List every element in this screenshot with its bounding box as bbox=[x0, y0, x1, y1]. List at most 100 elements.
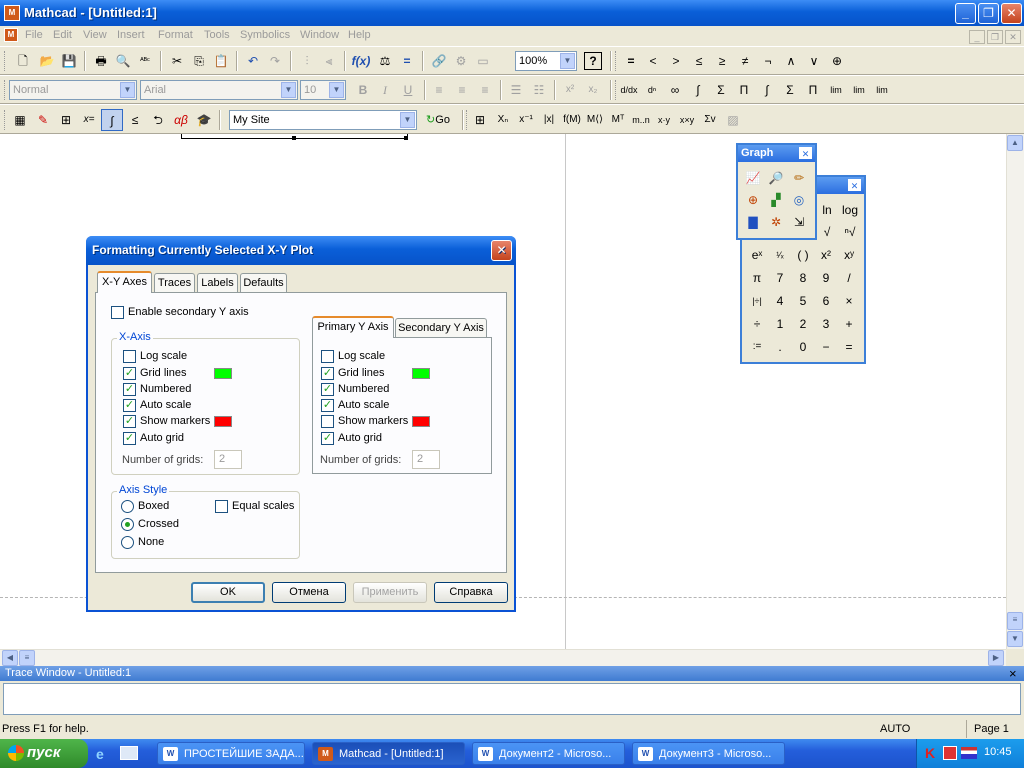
paste-icon[interactable]: 📋 bbox=[210, 50, 232, 72]
help-icon[interactable]: ? bbox=[584, 52, 602, 70]
x-marker-color-swatch[interactable] bbox=[214, 416, 232, 427]
clock[interactable]: 10:45 bbox=[984, 746, 1012, 758]
surface-plot-icon[interactable]: ▞ bbox=[765, 189, 787, 211]
chevron-down-icon[interactable]: ▼ bbox=[400, 112, 415, 128]
spell-check-icon[interactable]: ᴬᴮᶜ bbox=[134, 50, 156, 72]
calc-0-button[interactable]: 0 bbox=[792, 336, 814, 358]
range-sum-icon[interactable]: Σ bbox=[779, 79, 801, 101]
derivative-icon[interactable]: d/dx bbox=[618, 79, 640, 101]
limit-icon[interactable]: lim bbox=[825, 79, 847, 101]
help-button[interactable]: Справка bbox=[434, 582, 508, 603]
evaluation-palette-icon[interactable]: x= bbox=[78, 109, 100, 131]
calc-inline-divide-button[interactable]: |÷| bbox=[746, 290, 768, 312]
task-word-document2[interactable]: W Документ2 - Microso... bbox=[472, 742, 625, 765]
vector-field-plot-icon[interactable]: ⇲ bbox=[788, 211, 810, 233]
contour-plot-icon[interactable]: ◎ bbox=[788, 189, 810, 211]
calc-root-icon[interactable]: √ bbox=[816, 221, 838, 243]
scroll-right-icon[interactable]: ▶ bbox=[988, 650, 1004, 666]
axis-style-none-radio[interactable]: None bbox=[121, 536, 164, 549]
task-word-document3[interactable]: W Документ3 - Microso... bbox=[632, 742, 785, 765]
plot-resize-handle[interactable] bbox=[404, 136, 408, 140]
graph-palette-icon[interactable]: ✎ bbox=[32, 109, 54, 131]
calc-multiply-button[interactable]: × bbox=[838, 290, 860, 312]
chevron-down-icon[interactable]: ▼ bbox=[120, 82, 135, 98]
right-limit-icon[interactable]: lim bbox=[848, 79, 870, 101]
nth-derivative-icon[interactable]: dⁿ bbox=[641, 79, 663, 101]
boolean-palette-icon[interactable]: ≤ bbox=[124, 109, 146, 131]
calc-plus-button[interactable]: + bbox=[838, 313, 860, 335]
ok-button[interactable]: OK bbox=[191, 582, 265, 603]
product-icon[interactable]: Π bbox=[733, 79, 755, 101]
definite-integral-icon[interactable]: ∫ bbox=[687, 79, 709, 101]
quicklaunch-ie-icon[interactable]: e bbox=[96, 746, 112, 762]
calc-3-button[interactable]: 3 bbox=[815, 313, 837, 335]
calc-div-button[interactable]: ÷ bbox=[746, 313, 768, 335]
horizontal-scrollbar[interactable]: ◀ ≡ ▶ bbox=[0, 649, 1006, 666]
cross-product-icon[interactable]: x×y bbox=[676, 109, 698, 131]
mathcad-app-icon[interactable]: M bbox=[4, 5, 20, 21]
zoom-plot-icon[interactable]: 🔎 bbox=[765, 167, 787, 189]
toolbar-grip[interactable] bbox=[4, 110, 7, 130]
less-than-icon[interactable]: < bbox=[642, 50, 664, 72]
graph-palette-titlebar[interactable]: Graph ✕ bbox=[738, 145, 815, 162]
insert-function-icon[interactable]: f(x) bbox=[350, 50, 372, 72]
menu-edit[interactable]: Edit bbox=[53, 29, 72, 41]
align-right-icon[interactable]: ≡ bbox=[474, 79, 496, 101]
tab-traces[interactable]: Traces bbox=[154, 273, 195, 293]
calc-decimal-button[interactable]: . bbox=[769, 336, 791, 358]
dot-product-icon[interactable]: x·y bbox=[653, 109, 675, 131]
equal-scales-checkbox[interactable]: Equal scales bbox=[215, 500, 294, 513]
inverse-icon[interactable]: x⁻¹ bbox=[515, 109, 537, 131]
italic-button[interactable]: I bbox=[374, 79, 396, 101]
cut-icon[interactable]: ✂ bbox=[166, 50, 188, 72]
vectorize-icon[interactable]: f(M) bbox=[561, 109, 583, 131]
scroll-up-icon[interactable]: ▲ bbox=[1007, 135, 1023, 151]
trace-window-titlebar[interactable]: Trace Window - Untitled:1 × bbox=[0, 666, 1024, 681]
vector-sum-icon[interactable]: Σv bbox=[699, 109, 721, 131]
run-script-icon[interactable]: ▭ bbox=[472, 50, 494, 72]
menu-window[interactable]: Window bbox=[300, 29, 339, 41]
y-num-grids-input[interactable]: 2 bbox=[412, 450, 440, 469]
calc-6-button[interactable]: 6 bbox=[815, 290, 837, 312]
indefinite-integral-icon[interactable]: ∫ bbox=[756, 79, 778, 101]
menu-tools[interactable]: Tools bbox=[204, 29, 230, 41]
bool-equal-icon[interactable]: = bbox=[620, 50, 642, 72]
plot-resize-handle[interactable] bbox=[292, 136, 296, 140]
calculator-palette-close-icon[interactable]: ✕ bbox=[848, 179, 861, 191]
superscript-icon[interactable]: x² bbox=[559, 79, 581, 101]
doc-restore-button[interactable]: ❐ bbox=[987, 30, 1003, 44]
subscript-icon[interactable]: x₂ bbox=[582, 79, 604, 101]
dialog-close-icon[interactable]: ✕ bbox=[491, 240, 512, 261]
document-icon[interactable]: M bbox=[4, 28, 18, 42]
graph-palette-close-icon[interactable]: ✕ bbox=[799, 147, 812, 159]
vertical-scrollbar[interactable]: ▲ ≡ ▼ bbox=[1006, 134, 1024, 649]
redo-icon[interactable]: ↷ bbox=[264, 50, 286, 72]
open-folder-icon[interactable]: 📂 bbox=[36, 50, 58, 72]
x-auto-scale-checkbox[interactable]: ✓ Auto scale bbox=[123, 399, 191, 412]
dialog-titlebar[interactable]: Formatting Currently Selected X-Y Plot ✕ bbox=[86, 236, 516, 265]
zoom-select[interactable]: 100% ▼ bbox=[515, 51, 577, 71]
component-wizard-icon[interactable]: ⚙ bbox=[450, 50, 472, 72]
calc-equals-button[interactable]: = bbox=[838, 336, 860, 358]
column-icon[interactable]: M⟨⟩ bbox=[584, 109, 606, 131]
tab-xy-axes[interactable]: X-Y Axes bbox=[97, 271, 152, 293]
save-icon[interactable]: 💾 bbox=[58, 50, 80, 72]
calc-1-button[interactable]: 1 bbox=[769, 313, 791, 335]
underline-button[interactable]: U bbox=[397, 79, 419, 101]
greek-palette-icon[interactable]: αβ bbox=[170, 109, 192, 131]
start-button[interactable]: пуск bbox=[0, 739, 88, 768]
y-grid-color-swatch[interactable] bbox=[412, 368, 430, 379]
axis-style-crossed-radio[interactable]: Crossed bbox=[121, 518, 179, 531]
calc-define-button[interactable]: := bbox=[746, 336, 768, 358]
calc-power-button[interactable]: xʸ bbox=[838, 244, 860, 266]
calc-7-button[interactable]: 7 bbox=[769, 267, 791, 289]
menu-view[interactable]: View bbox=[83, 29, 107, 41]
tab-secondary-y-axis[interactable]: Secondary Y Axis bbox=[395, 318, 487, 338]
calc-2-button[interactable]: 2 bbox=[792, 313, 814, 335]
y-numbered-checkbox[interactable]: ✓ Numbered bbox=[321, 383, 389, 396]
y-auto-grid-checkbox[interactable]: ✓ Auto grid bbox=[321, 432, 382, 445]
symbolic-palette-icon[interactable]: 🎓 bbox=[193, 109, 215, 131]
toolbar-grip[interactable] bbox=[615, 51, 618, 71]
insert-matrix-icon[interactable]: ⊞ bbox=[469, 109, 491, 131]
window-titlebar[interactable]: M Mathcad - [Untitled:1] _ ❐ ✕ bbox=[0, 0, 1024, 26]
